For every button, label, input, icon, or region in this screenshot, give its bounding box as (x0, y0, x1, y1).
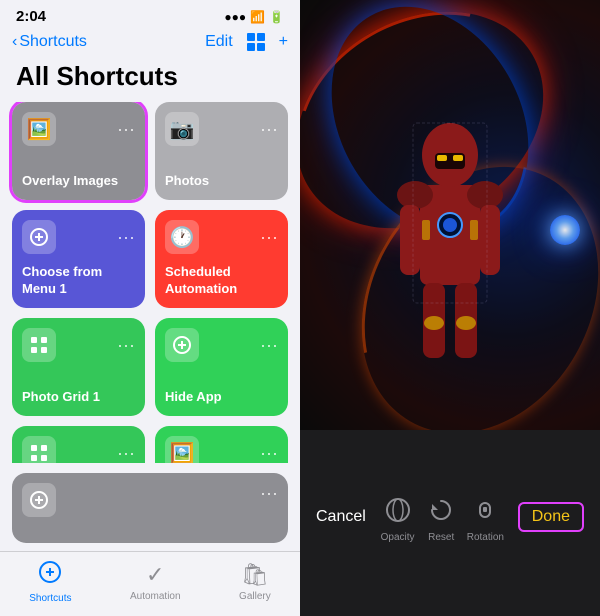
card-menu-dots[interactable]: ··· (260, 228, 278, 246)
rotation-icon (467, 492, 503, 528)
shortcut-scheduled-automation[interactable]: 🕐 ··· Scheduled Automation (155, 210, 288, 308)
shortcuts-grid: 🖼️ ··· Overlay Images 📷 ··· Photos ··· C… (0, 102, 300, 463)
photo-grid-1-label: Photo Grid 1 (22, 389, 135, 406)
toolbar-actions: Cancel Opacity Reset (300, 492, 600, 543)
photos-label: Photos (165, 173, 278, 190)
shortcut-hide-app[interactable]: ··· Hide App (155, 318, 288, 416)
hide-app-label: Hide App (165, 389, 278, 406)
hide-app-icon (165, 328, 199, 362)
shortcut-photos[interactable]: 📷 ··· Photos (155, 102, 288, 200)
reset-icon (423, 492, 459, 528)
edit-button[interactable]: Edit (205, 33, 233, 51)
card-menu-dots[interactable]: ··· (117, 228, 135, 246)
shortcut-photo-grid[interactable]: ··· Photo Grid (12, 426, 145, 463)
shortcuts-tab-icon (38, 560, 62, 590)
card-menu-dots[interactable]: ··· (260, 336, 278, 354)
battery-icon: 🔋 (269, 10, 284, 24)
nav-bar: ‹ Shortcuts Edit + (0, 29, 300, 59)
tab-gallery[interactable]: 🛍 Gallery (239, 562, 271, 602)
card-menu-dots[interactable]: ··· (117, 444, 135, 462)
opacity-tool[interactable]: Opacity (380, 492, 416, 543)
reset-tool[interactable]: Reset (423, 492, 459, 543)
status-icons: ●●● 📶 🔋 (224, 10, 284, 24)
overlay-images-icon: 🖼️ (22, 112, 56, 146)
photo-grid-1-icon (22, 328, 56, 362)
ironman-background (300, 0, 600, 430)
bottom-card-icon (22, 483, 56, 517)
automation-tab-label: Automation (130, 591, 181, 602)
status-bar: 2:04 ●●● 📶 🔋 (0, 0, 300, 29)
chevron-left-icon: ‹ (12, 33, 17, 51)
shortcuts-tab-label: Shortcuts (29, 593, 71, 604)
editor-toolbar: Cancel Opacity Reset (300, 430, 600, 616)
back-label: Shortcuts (19, 33, 87, 51)
tab-shortcuts[interactable]: Shortcuts (29, 560, 71, 604)
editor-panel: Cancel Opacity Reset (300, 0, 600, 616)
card-top: ··· (165, 328, 278, 362)
rotation-tool[interactable]: Rotation (467, 492, 504, 543)
done-button[interactable]: Done (518, 502, 584, 532)
add-button[interactable]: + (279, 33, 288, 51)
phone-panel: 2:04 ●●● 📶 🔋 ‹ Shortcuts Edit + All Shor… (0, 0, 300, 616)
card-menu-dots[interactable]: ··· (260, 120, 278, 138)
photos-icon: 📷 (165, 112, 199, 146)
nav-actions: Edit + (205, 33, 288, 51)
card-top: ··· (22, 220, 135, 254)
glow-orb (550, 215, 580, 245)
shortcut-photo-grid-1[interactable]: ··· Photo Grid 1 (12, 318, 145, 416)
card-menu-dots[interactable]: ··· (117, 336, 135, 354)
ironman-figure (385, 65, 515, 365)
opacity-label: Opacity (381, 532, 415, 543)
tab-automation[interactable]: ✓ Automation (130, 562, 181, 602)
gallery-tab-icon: 🛍 (241, 562, 269, 588)
toolbar-tools: Opacity Reset Rotation (366, 492, 518, 543)
gallery-tab-label: Gallery (239, 591, 271, 602)
photo-grid-icon (22, 436, 56, 463)
choose-menu-1-label: Choose from Menu 1 (22, 264, 135, 298)
card-top: ··· (22, 436, 135, 463)
automation-tab-icon: ✓ (146, 562, 164, 588)
scheduled-automation-label: Scheduled Automation (165, 264, 278, 298)
card-top: 🕐 ··· (165, 220, 278, 254)
reset-label: Reset (428, 532, 454, 543)
rotation-label: Rotation (467, 532, 504, 543)
choose-menu-1-icon (22, 220, 56, 254)
bottom-partial-card[interactable]: ··· (12, 473, 288, 543)
scheduled-automation-icon: 🕐 (165, 220, 199, 254)
overlay-images-label: Overlay Images (22, 173, 135, 190)
wifi-icon: 📶 (250, 10, 265, 24)
shortcut-choose-menu-1[interactable]: ··· Choose from Menu 1 (12, 210, 145, 308)
card-top: 🖼️ ··· (165, 436, 278, 463)
cancel-button[interactable]: Cancel (316, 508, 366, 526)
signal-icon: ●●● (224, 10, 246, 24)
grid-view-button[interactable] (247, 33, 265, 51)
card-top: ··· (22, 328, 135, 362)
card-menu-dots[interactable]: ··· (260, 444, 278, 462)
shortcut-overlay-images[interactable]: 🖼️ ··· Overlay Images (12, 102, 145, 200)
tab-bar: Shortcuts ✓ Automation 🛍 Gallery (0, 551, 300, 616)
bottom-card-dots[interactable]: ··· (260, 483, 278, 504)
choose-menu-icon: 🖼️ (165, 436, 199, 463)
card-top: 📷 ··· (165, 112, 278, 146)
page-title: All Shortcuts (0, 59, 300, 102)
editor-image-area (300, 0, 600, 430)
opacity-icon (380, 492, 416, 528)
status-time: 2:04 (16, 8, 46, 25)
card-menu-dots[interactable]: ··· (117, 120, 135, 138)
shortcut-choose-menu[interactable]: 🖼️ ··· Choose from Menu (155, 426, 288, 463)
nav-back-button[interactable]: ‹ Shortcuts (12, 33, 87, 51)
card-top: 🖼️ ··· (22, 112, 135, 146)
